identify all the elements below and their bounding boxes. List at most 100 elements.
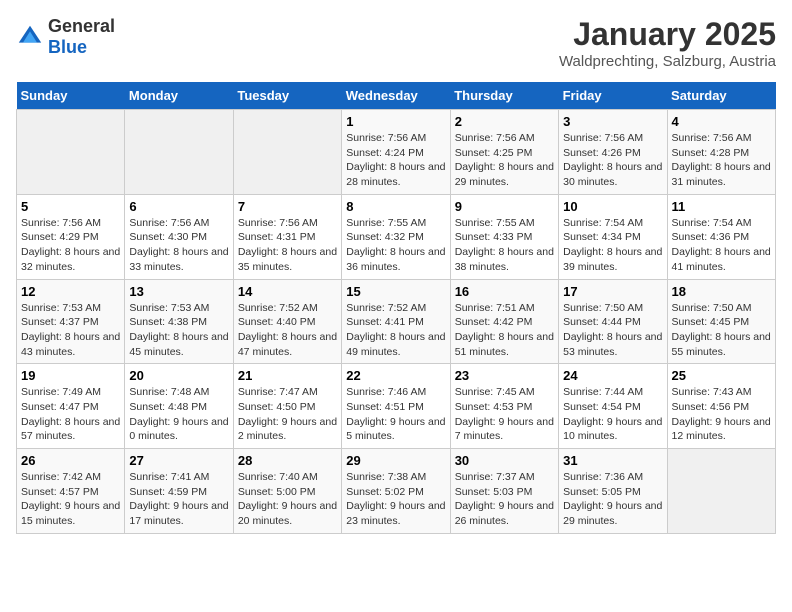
cell-info: Sunrise: 7:38 AMSunset: 5:02 PMDaylight:… [346,470,445,529]
calendar-cell: 27Sunrise: 7:41 AMSunset: 4:59 PMDayligh… [125,449,233,534]
calendar-title: January 2025 [559,16,776,53]
day-number: 13 [129,284,228,299]
day-number: 9 [455,199,554,214]
header-wednesday: Wednesday [342,82,450,110]
cell-info: Sunrise: 7:41 AMSunset: 4:59 PMDaylight:… [129,470,228,529]
day-number: 20 [129,368,228,383]
day-number: 5 [21,199,120,214]
calendar-cell: 31 Sunrise: 7:36 AMSunset: 5:05 PMDayligh… [559,449,667,534]
day-number: 25 [672,368,771,383]
header-saturday: Saturday [667,82,775,110]
cell-info: Sunrise: 7:47 AMSunset: 4:50 PMDaylight:… [238,385,337,444]
day-number: 18 [672,284,771,299]
cell-info: Sunrise: 7:43 AMSunset: 4:56 PMDaylight:… [672,385,771,444]
calendar-week-row: 12Sunrise: 7:53 AMSunset: 4:37 PMDayligh… [17,279,776,364]
calendar-cell: 28 Sunrise: 7:40 AMSunset: 5:00 PMDayligh… [233,449,341,534]
day-number: 7 [238,199,337,214]
calendar-cell: 21 Sunrise: 7:47 AMSunset: 4:50 PMDayligh… [233,364,341,449]
cell-info: Sunrise: 7:44 AMSunset: 4:54 PMDaylight:… [563,385,662,444]
cell-info: Sunrise: 7:52 AMSunset: 4:41 PMDaylight:… [346,301,445,360]
cell-info: Sunrise: 7:52 AMSunset: 4:40 PMDaylight:… [238,301,337,360]
logo-icon [16,23,44,51]
calendar-header-row: SundayMondayTuesdayWednesdayThursdayFrid… [17,82,776,110]
cell-info: Sunrise: 7:46 AMSunset: 4:51 PMDaylight:… [346,385,445,444]
calendar-cell: 14Sunrise: 7:52 AMSunset: 4:40 PMDayligh… [233,279,341,364]
cell-info: Sunrise: 7:48 AMSunset: 4:48 PMDaylight:… [129,385,228,444]
day-number: 21 [238,368,337,383]
calendar-cell: 7 Sunrise: 7:56 AMSunset: 4:31 PMDaylight… [233,194,341,279]
cell-info: Sunrise: 7:56 AMSunset: 4:24 PMDaylight:… [346,131,445,190]
page-header: General Blue January 2025 Waldprechting,… [16,16,776,70]
calendar-week-row: 26Sunrise: 7:42 AMSunset: 4:57 PMDayligh… [17,449,776,534]
day-number: 17 [563,284,662,299]
cell-info: Sunrise: 7:53 AMSunset: 4:38 PMDaylight:… [129,301,228,360]
day-number: 4 [672,114,771,129]
calendar-cell: 18Sunrise: 7:50 AMSunset: 4:45 PMDayligh… [667,279,775,364]
calendar-cell: 11 Sunrise: 7:54 AMSunset: 4:36 PMDayligh… [667,194,775,279]
calendar-table: SundayMondayTuesdayWednesdayThursdayFrid… [16,82,776,534]
cell-info: Sunrise: 7:36 AMSunset: 5:05 PMDaylight:… [563,470,662,529]
logo-text: General Blue [48,16,115,58]
day-number: 6 [129,199,228,214]
day-number: 30 [455,453,554,468]
calendar-cell: 12Sunrise: 7:53 AMSunset: 4:37 PMDayligh… [17,279,125,364]
calendar-cell: 4 Sunrise: 7:56 AMSunset: 4:28 PMDaylight… [667,110,775,195]
cell-info: Sunrise: 7:55 AMSunset: 4:33 PMDaylight:… [455,216,554,275]
day-number: 11 [672,199,771,214]
calendar-cell: 1 Sunrise: 7:56 AMSunset: 4:24 PMDaylight… [342,110,450,195]
cell-info: Sunrise: 7:54 AMSunset: 4:34 PMDaylight:… [563,216,662,275]
cell-info: Sunrise: 7:37 AMSunset: 5:03 PMDaylight:… [455,470,554,529]
calendar-cell: 26Sunrise: 7:42 AMSunset: 4:57 PMDayligh… [17,449,125,534]
calendar-subtitle: Waldprechting, Salzburg, Austria [559,53,776,70]
cell-info: Sunrise: 7:56 AMSunset: 4:30 PMDaylight:… [129,216,228,275]
logo-general: General [48,16,115,36]
logo-blue: Blue [48,37,87,57]
day-number: 23 [455,368,554,383]
calendar-cell: 15 Sunrise: 7:52 AMSunset: 4:41 PMDayligh… [342,279,450,364]
cell-info: Sunrise: 7:53 AMSunset: 4:37 PMDaylight:… [21,301,120,360]
cell-info: Sunrise: 7:45 AMSunset: 4:53 PMDaylight:… [455,385,554,444]
calendar-cell: 13 Sunrise: 7:53 AMSunset: 4:38 PMDayligh… [125,279,233,364]
calendar-cell: 6 Sunrise: 7:56 AMSunset: 4:30 PMDaylight… [125,194,233,279]
header-sunday: Sunday [17,82,125,110]
day-number: 19 [21,368,120,383]
day-number: 24 [563,368,662,383]
calendar-cell: 25 Sunrise: 7:43 AMSunset: 4:56 PMDayligh… [667,364,775,449]
calendar-week-row: 1 Sunrise: 7:56 AMSunset: 4:24 PMDaylight… [17,110,776,195]
cell-info: Sunrise: 7:49 AMSunset: 4:47 PMDaylight:… [21,385,120,444]
calendar-cell: 8 Sunrise: 7:55 AMSunset: 4:32 PMDaylight… [342,194,450,279]
cell-info: Sunrise: 7:54 AMSunset: 4:36 PMDaylight:… [672,216,771,275]
cell-info: Sunrise: 7:50 AMSunset: 4:44 PMDaylight:… [563,301,662,360]
cell-info: Sunrise: 7:55 AMSunset: 4:32 PMDaylight:… [346,216,445,275]
day-number: 16 [455,284,554,299]
day-number: 10 [563,199,662,214]
header-monday: Monday [125,82,233,110]
calendar-cell: 24 Sunrise: 7:44 AMSunset: 4:54 PMDayligh… [559,364,667,449]
cell-info: Sunrise: 7:42 AMSunset: 4:57 PMDaylight:… [21,470,120,529]
day-number: 1 [346,114,445,129]
day-number: 15 [346,284,445,299]
calendar-cell: 5 Sunrise: 7:56 AMSunset: 4:29 PMDaylight… [17,194,125,279]
calendar-cell: 29 Sunrise: 7:38 AMSunset: 5:02 PMDayligh… [342,449,450,534]
calendar-cell: 30 Sunrise: 7:37 AMSunset: 5:03 PMDayligh… [450,449,558,534]
title-block: January 2025 Waldprechting, Salzburg, Au… [559,16,776,70]
day-number: 8 [346,199,445,214]
header-tuesday: Tuesday [233,82,341,110]
cell-info: Sunrise: 7:56 AMSunset: 4:28 PMDaylight:… [672,131,771,190]
cell-info: Sunrise: 7:40 AMSunset: 5:00 PMDaylight:… [238,470,337,529]
logo: General Blue [16,16,115,58]
calendar-cell: 2Sunrise: 7:56 AMSunset: 4:25 PMDaylight… [450,110,558,195]
calendar-cell: 9 Sunrise: 7:55 AMSunset: 4:33 PMDaylight… [450,194,558,279]
day-number: 28 [238,453,337,468]
calendar-cell [125,110,233,195]
day-number: 3 [563,114,662,129]
cell-info: Sunrise: 7:56 AMSunset: 4:26 PMDaylight:… [563,131,662,190]
cell-info: Sunrise: 7:51 AMSunset: 4:42 PMDaylight:… [455,301,554,360]
calendar-cell [17,110,125,195]
calendar-cell [667,449,775,534]
day-number: 22 [346,368,445,383]
day-number: 29 [346,453,445,468]
day-number: 31 [563,453,662,468]
cell-info: Sunrise: 7:56 AMSunset: 4:31 PMDaylight:… [238,216,337,275]
cell-info: Sunrise: 7:56 AMSunset: 4:29 PMDaylight:… [21,216,120,275]
